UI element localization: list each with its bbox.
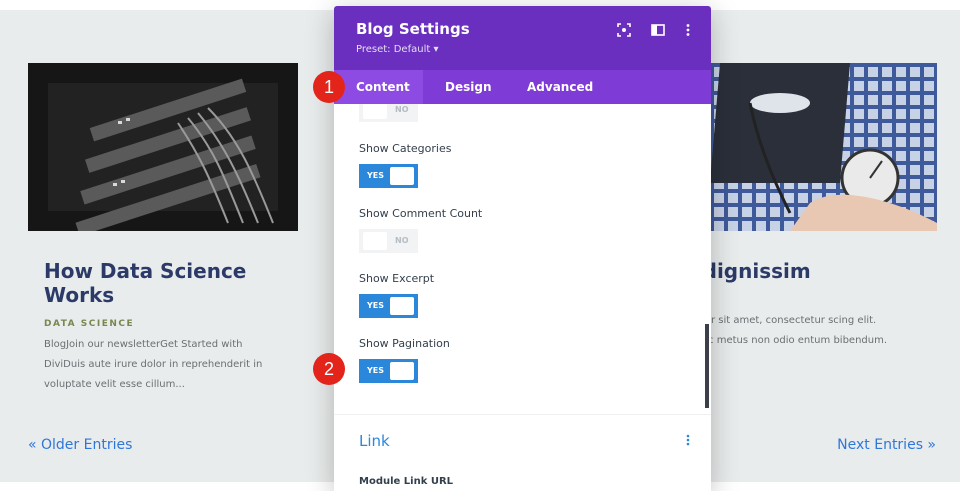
toggle-show-comment-count[interactable]: NO [359, 229, 418, 253]
panel-scrollbar[interactable] [705, 324, 709, 408]
toggle-state: YES [367, 301, 385, 310]
next-entries-link[interactable]: Next Entries » [837, 437, 936, 453]
post-category[interactable]: DATA SCIENCE [28, 319, 298, 329]
post-title[interactable]: How Data Science Works [28, 259, 298, 307]
section-divider [334, 414, 711, 415]
label-show-comment-count: Show Comment Count [359, 207, 483, 220]
toggle-state: YES [367, 171, 385, 180]
step-marker-2: 2 [313, 353, 345, 385]
post-card-left[interactable]: How Data Science Works DATA SCIENCE Blog… [28, 63, 298, 395]
toggle-knob [363, 104, 387, 119]
toggle-show-pagination[interactable]: YES [359, 359, 418, 383]
toggle-state: YES [367, 366, 385, 375]
more-vertical-icon[interactable] [680, 23, 696, 39]
toggle-show-excerpt[interactable]: YES [359, 294, 418, 318]
post-excerpt: BlogJoin our newsletterGet Started with … [44, 339, 263, 390]
tab-advanced[interactable]: Advanced [527, 70, 593, 104]
step-marker-1: 1 [313, 71, 345, 103]
tab-content[interactable]: Content [334, 70, 423, 104]
post-thumbnail[interactable] [28, 63, 298, 231]
server-rack-image [28, 63, 298, 231]
toggle-show-categories[interactable]: YES [359, 164, 418, 188]
focus-icon[interactable] [616, 23, 632, 39]
link-section-title[interactable]: Link [359, 432, 390, 450]
section-more-icon[interactable] [686, 434, 690, 449]
panel-title: Blog Settings [356, 20, 470, 38]
panel-header[interactable]: Blog Settings Preset: Default ▾ [334, 6, 711, 70]
older-entries-link[interactable]: « Older Entries [28, 437, 132, 453]
toggle-state: NO [395, 105, 409, 114]
split-view-icon[interactable] [650, 23, 666, 39]
label-show-excerpt: Show Excerpt [359, 272, 435, 285]
toggle-knob [390, 362, 414, 380]
toggle-knob [363, 232, 387, 250]
module-link-url-label: Module Link URL [359, 476, 454, 487]
preset-dropdown[interactable]: Preset: Default ▾ [356, 44, 438, 55]
panel-tabs: Content Design Advanced [334, 70, 711, 104]
toggle-partial[interactable]: NO [359, 104, 418, 122]
toggle-state: NO [395, 236, 409, 245]
toggle-knob [390, 167, 414, 185]
blog-settings-panel: Blog Settings Preset: Default ▾ Content … [334, 6, 711, 491]
panel-body: NO Show Categories YES Show Comment Coun… [334, 104, 711, 491]
tab-design[interactable]: Design [445, 70, 492, 104]
label-show-pagination: Show Pagination [359, 337, 450, 350]
label-show-categories: Show Categories [359, 142, 452, 155]
toggle-knob [390, 297, 414, 315]
